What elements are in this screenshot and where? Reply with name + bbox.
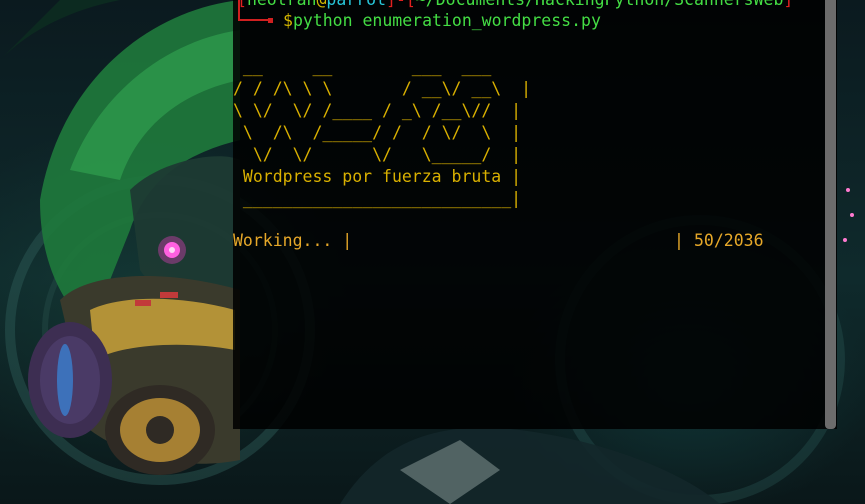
prompt-close-bracket: ] [386,0,396,9]
prompt-path-close: ] [783,0,793,9]
banner-line-4: \ /\ /_____/ / / \/ \ | [233,123,522,142]
banner-line-3: \ \/ \/ /____ / _\ /__\// | [233,101,522,120]
banner-title: Wordpress por fuerza bruta | [233,167,522,186]
progress-count: 50/2036 [694,231,764,250]
prompt-at: @ [316,0,326,9]
command-line: $python enumeration_wordpress.py [283,10,601,32]
banner-line-1: __ __ ___ ___ [233,57,492,76]
banner-line-5: \/ \/ \/ \_____/ | [233,145,522,164]
banner-line-2: / / /\ \ \ / __\/ __\ | [233,79,532,98]
progress-bar-end: | [674,231,684,250]
command-text: python enumeration_wordpress.py [292,11,601,30]
prompt-dash: - [396,0,406,9]
terminal-window[interactable]: [neotran@parrot]-[~/Documents/HackingPyt… [233,0,837,429]
prompt-connector-icon [238,0,269,21]
prompt-connector-dot-icon [268,18,273,23]
prompt-path-open: [ [406,0,416,9]
prompt-path: ~/Documents/HackingPython/ScannersWeb [416,0,784,9]
prompt-host: parrot [326,0,386,9]
banner-line-7: ___________________________| [233,189,522,208]
progress-label: Working... | [233,231,353,250]
terminal-scrollbar[interactable] [825,0,836,429]
prompt-symbol: $ [283,11,293,30]
